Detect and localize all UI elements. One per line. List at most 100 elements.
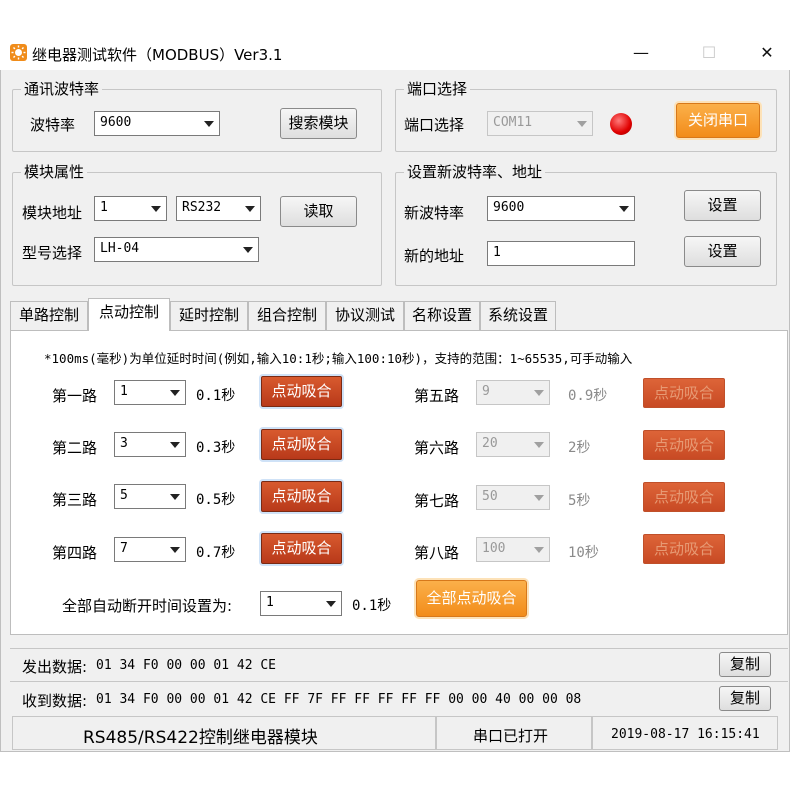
search-module-button[interactable]: 搜索模块	[280, 108, 357, 139]
chevron-down-icon	[151, 206, 161, 212]
module-address-value: 1	[100, 200, 108, 215]
close-port-button[interactable]: 关闭串口	[676, 103, 760, 138]
tab-delay-control[interactable]: 延时控制	[170, 301, 248, 330]
maximize-button[interactable]: ☐	[686, 38, 732, 68]
copy-received-button[interactable]: 复制	[719, 686, 771, 711]
channel-6-delay-value: 20	[482, 436, 498, 451]
received-data-label: 收到数据:	[22, 692, 88, 710]
channel-1-time: 0.1秒	[196, 388, 236, 404]
tab-bar: 单路控制 点动控制 延时控制 组合控制 协议测试 名称设置 系统设置	[10, 298, 790, 331]
sent-data-value: 01 34 F0 00 00 01 42 CE	[96, 658, 277, 673]
copy-sent-button[interactable]: 复制	[719, 652, 771, 677]
port-select-value: COM11	[493, 115, 533, 130]
channel-2-delay-select[interactable]: 3	[114, 432, 186, 457]
new-address-input[interactable]: 1	[487, 241, 635, 266]
tab-single-control[interactable]: 单路控制	[10, 301, 88, 330]
app-sun-icon	[10, 44, 27, 61]
channel-1-delay-select[interactable]: 1	[114, 380, 186, 405]
channel-5-label: 第五路	[414, 387, 460, 405]
channel-6-jog-button[interactable]: 点动吸合	[643, 430, 725, 460]
chevron-down-icon	[243, 247, 253, 253]
baud-select-value: 9600	[100, 115, 132, 130]
channel-7-delay-select[interactable]: 50	[476, 485, 550, 510]
sent-data-label: 发出数据:	[22, 658, 88, 676]
channel-7-jog-button[interactable]: 点动吸合	[643, 482, 725, 512]
chevron-down-icon	[534, 547, 544, 553]
channel-6-label: 第六路	[414, 439, 460, 457]
read-button[interactable]: 读取	[280, 196, 357, 227]
module-group-title: 模块属性	[21, 163, 88, 181]
channel-2-time: 0.3秒	[196, 440, 236, 456]
channel-5-delay-value: 9	[482, 384, 490, 399]
channel-5-delay-select[interactable]: 9	[476, 380, 550, 405]
channel-6-time: 2秒	[568, 440, 591, 456]
channel-3-label: 第三路	[52, 491, 98, 509]
close-button[interactable]: ✕	[744, 38, 790, 68]
baud-select[interactable]: 9600	[94, 111, 220, 136]
tab-group-control[interactable]: 组合控制	[248, 301, 326, 330]
divider	[10, 681, 788, 682]
tab-protocol-test[interactable]: 协议测试	[326, 301, 404, 330]
status-datetime-panel: 2019-08-17 16:15:41	[592, 716, 778, 750]
channel-8-jog-button[interactable]: 点动吸合	[643, 534, 725, 564]
channel-2-jog-button[interactable]: 点动吸合	[261, 429, 342, 460]
channel-1-jog-button[interactable]: 点动吸合	[261, 376, 342, 407]
interface-value: RS232	[182, 200, 222, 215]
baud-group-title: 通讯波特率	[21, 80, 103, 98]
chevron-down-icon	[204, 121, 214, 127]
channel-2-label: 第二路	[52, 439, 98, 457]
channel-1-delay-value: 1	[120, 384, 128, 399]
all-off-time-label: 全部自动断开时间设置为:	[62, 597, 233, 615]
model-select-value: LH-04	[100, 241, 140, 256]
status-module-text: RS485/RS422控制继电器模块	[83, 728, 318, 748]
channel-5-time: 0.9秒	[568, 388, 608, 404]
port-status-led	[610, 113, 632, 135]
set-baud-button[interactable]: 设置	[684, 190, 761, 221]
chevron-down-icon	[619, 206, 629, 212]
channel-3-time: 0.5秒	[196, 492, 236, 508]
tab-jog-control[interactable]: 点动控制	[88, 298, 170, 331]
set-address-button[interactable]: 设置	[684, 236, 761, 267]
channel-3-delay-select[interactable]: 5	[114, 484, 186, 509]
channel-4-delay-select[interactable]: 7	[114, 537, 186, 562]
new-baud-label: 新波特率	[404, 204, 465, 222]
channel-3-jog-button[interactable]: 点动吸合	[261, 481, 342, 512]
model-label: 型号选择	[22, 244, 83, 262]
chevron-down-icon	[534, 442, 544, 448]
channel-4-delay-value: 7	[120, 541, 128, 556]
channel-7-label: 第七路	[414, 492, 460, 510]
status-datetime: 2019-08-17 16:15:41	[611, 727, 760, 742]
channel-7-time: 5秒	[568, 493, 591, 509]
channel-8-label: 第八路	[414, 544, 460, 562]
received-data-value: 01 34 F0 00 00 01 42 CE FF 7F FF FF FF F…	[96, 692, 582, 707]
channel-6-delay-select[interactable]: 20	[476, 432, 550, 457]
all-delay-select[interactable]: 1	[260, 591, 342, 616]
all-delay-value: 1	[266, 595, 274, 610]
tab-system-settings[interactable]: 系统设置	[480, 301, 556, 330]
channel-4-time: 0.7秒	[196, 545, 236, 561]
chevron-down-icon	[170, 494, 180, 500]
channel-5-jog-button[interactable]: 点动吸合	[643, 378, 725, 408]
module-address-select[interactable]: 1	[94, 196, 167, 221]
new-address-label: 新的地址	[404, 247, 465, 265]
interface-select[interactable]: RS232	[176, 196, 261, 221]
all-jog-button[interactable]: 全部点动吸合	[416, 580, 527, 617]
channel-7-delay-value: 50	[482, 489, 498, 504]
model-select[interactable]: LH-04	[94, 237, 259, 262]
channel-4-jog-button[interactable]: 点动吸合	[261, 533, 342, 564]
tab-name-settings[interactable]: 名称设置	[404, 301, 480, 330]
status-port-panel: 串口已打开	[436, 716, 592, 750]
title-bar: 继电器测试软件（MODBUS）Ver3.1 — ☐ ✕	[0, 36, 790, 70]
chevron-down-icon	[577, 121, 587, 127]
baud-label: 波特率	[30, 116, 76, 134]
port-select[interactable]: COM11	[487, 111, 593, 136]
module-group: 模块属性	[12, 163, 382, 286]
port-label: 端口选择	[404, 116, 465, 134]
port-group-title: 端口选择	[404, 80, 471, 98]
minimize-button[interactable]: —	[618, 38, 664, 68]
divider	[10, 648, 788, 649]
chevron-down-icon	[534, 390, 544, 396]
new-baud-select[interactable]: 9600	[487, 196, 635, 221]
jog-note: *100ms(毫秒)为单位延时时间(例如,输入10:1秒;输入100:10秒)，…	[44, 351, 633, 366]
channel-8-delay-select[interactable]: 100	[476, 537, 550, 562]
